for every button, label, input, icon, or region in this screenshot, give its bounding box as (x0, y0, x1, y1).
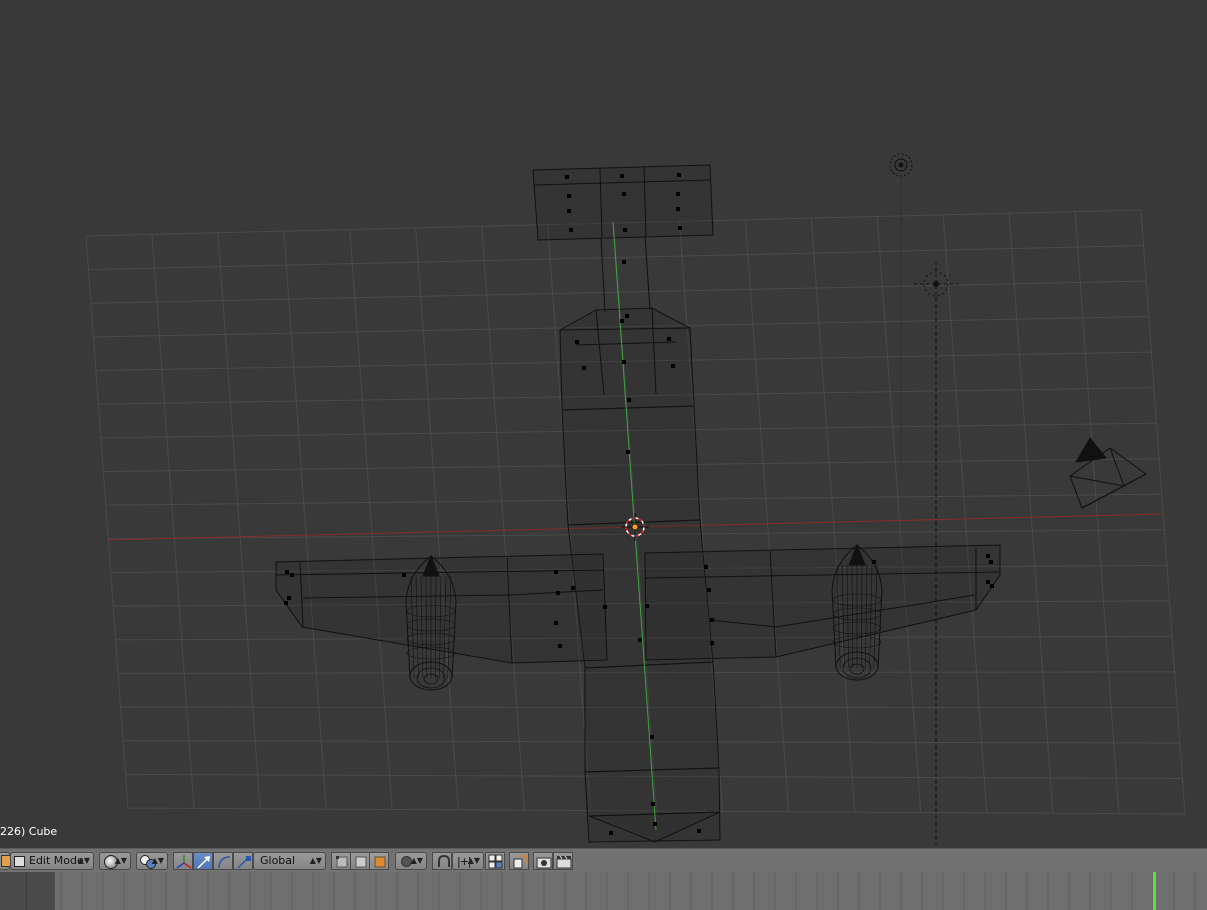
chevron-updown-icon: ▲▼ (151, 856, 164, 865)
transform-orientation-dropdown[interactable]: Global ▲▼ (253, 852, 326, 870)
orientation-label: Global (260, 854, 296, 867)
chevron-updown-icon: ▲▼ (77, 856, 90, 865)
scale-widget-button[interactable] (233, 852, 253, 870)
rotate-arc-icon (218, 856, 231, 869)
magnet-icon (438, 854, 450, 867)
3d-view-header: Edit Mode ▲▼ ▲▼ ▲▼ Global ▲▼ ▲▼ |+| ▲▼ (0, 848, 1207, 872)
camera-icon[interactable] (1069, 437, 1147, 509)
timeline-editor[interactable] (0, 872, 1207, 910)
scene-canvas[interactable] (0, 0, 1207, 848)
clapper-icon (556, 855, 572, 869)
timeline-frame-ticks (60, 872, 1196, 910)
vertex-select-button[interactable] (331, 852, 351, 870)
opengl-render-animation-button[interactable] (553, 852, 573, 870)
edge-select-button[interactable] (350, 852, 370, 870)
edge-select-icon (355, 856, 367, 868)
vertex-select-icon (336, 856, 348, 868)
snap-toggle-button[interactable] (432, 852, 452, 870)
airplane-mesh[interactable] (275, 164, 1001, 843)
copy-paste-button[interactable] (509, 852, 529, 870)
chevron-updown-icon: ▲▼ (467, 856, 480, 865)
chevron-updown-icon: ▲▼ (410, 856, 423, 865)
snap-target-button[interactable] (485, 852, 505, 870)
chevron-updown-icon: ▲▼ (309, 856, 322, 865)
opengl-render-button[interactable] (533, 852, 553, 870)
timeline-frames-area[interactable] (55, 872, 1207, 910)
mode-label: Edit Mode (29, 854, 84, 867)
face-select-button[interactable] (369, 852, 389, 870)
3d-viewport[interactable]: 226) Cube (0, 0, 1207, 848)
translate-arrow-icon (197, 856, 210, 869)
scale-arrow-icon (237, 856, 251, 869)
manipulator-axes-icon (176, 855, 192, 869)
proportional-editing-dropdown[interactable]: ▲▼ (395, 852, 427, 870)
viewport-shading-dropdown[interactable]: ▲▼ (99, 852, 131, 870)
face-select-icon (374, 856, 386, 868)
edit-mode-icon (14, 856, 25, 867)
snap-target-icon (488, 854, 503, 869)
render-icon (536, 857, 552, 869)
translate-widget-button[interactable] (193, 852, 213, 870)
mode-dropdown[interactable]: Edit Mode ▲▼ (10, 852, 94, 870)
timeline-channel-area (0, 872, 56, 910)
pivot-point-dropdown[interactable]: ▲▼ (136, 852, 168, 870)
chevron-updown-icon: ▲▼ (114, 856, 127, 865)
snap-element-dropdown[interactable]: |+| ▲▼ (452, 852, 484, 870)
copy-paste-icon (513, 855, 527, 869)
editor-type-button[interactable] (0, 852, 11, 870)
timeline-playhead[interactable] (1153, 872, 1156, 910)
manipulator-toggle-button[interactable] (173, 852, 193, 870)
object-info-label: 226) Cube (0, 825, 58, 838)
rotate-widget-button[interactable] (213, 852, 233, 870)
